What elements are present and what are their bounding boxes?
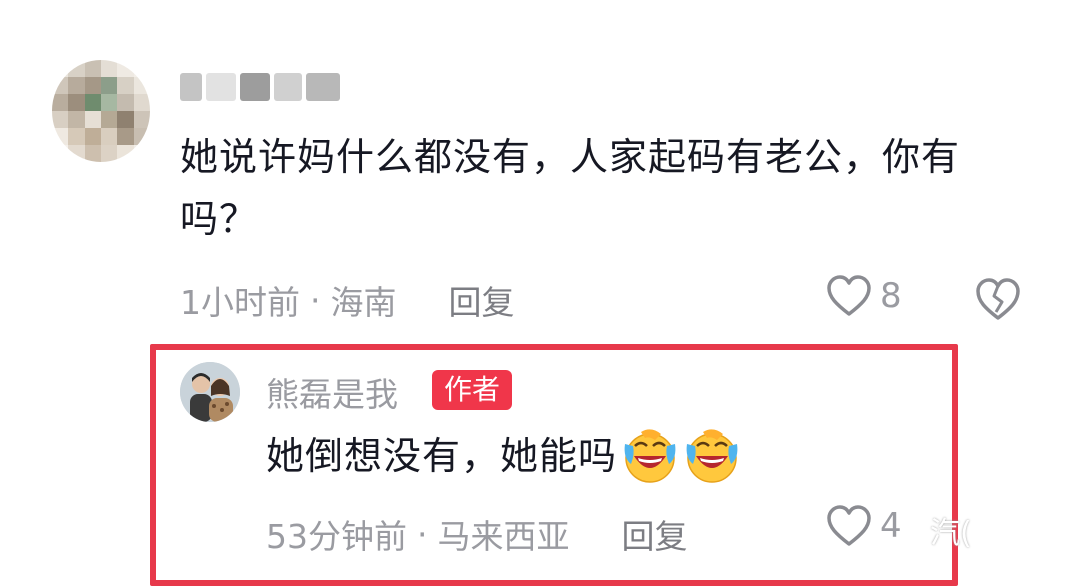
reply-button[interactable]: 回复 <box>449 276 515 324</box>
author-username[interactable]: 熊磊是我 <box>266 368 398 416</box>
comment-meta: 1小时前 · 海南 回复 <box>180 276 515 324</box>
meta-separator: · <box>310 280 321 320</box>
reply-like-button[interactable]: 4 <box>826 504 902 548</box>
like-count: 8 <box>880 276 902 316</box>
meta-separator: · <box>417 514 428 554</box>
comment-location: 海南 <box>330 283 397 322</box>
laughing-crying-emoji-icon <box>624 429 676 483</box>
watermark: 汽( <box>930 516 972 551</box>
reply-time: 53分钟前 <box>266 517 407 556</box>
reply-like-count: 4 <box>880 506 902 546</box>
reply-button[interactable]: 回复 <box>622 510 688 558</box>
reply-location: 马来西亚 <box>437 517 570 556</box>
author-badge: 作者 <box>432 370 513 410</box>
like-button[interactable]: 8 <box>826 274 902 318</box>
reply-text-row: 她倒想没有，她能吗 <box>266 426 741 486</box>
heart-icon <box>827 505 871 546</box>
reply-meta: 53分钟前 · 马来西亚 回复 <box>266 510 688 558</box>
dislike-button[interactable] <box>974 276 1022 326</box>
comment-time: 1小时前 <box>180 283 300 322</box>
couple-photo-icon <box>180 362 240 422</box>
author-avatar[interactable] <box>180 362 240 422</box>
reply-text: 她倒想没有，她能吗 <box>266 434 618 478</box>
heart-icon <box>827 275 871 316</box>
commenter-avatar[interactable] <box>52 60 150 162</box>
commenter-username-blurred[interactable] <box>180 70 340 104</box>
laughing-crying-emoji-icon <box>686 429 738 483</box>
broken-heart-icon <box>976 278 1020 320</box>
comment-text: 她说许妈什么都没有，人家起码有老公，你有吗？ <box>180 135 961 241</box>
